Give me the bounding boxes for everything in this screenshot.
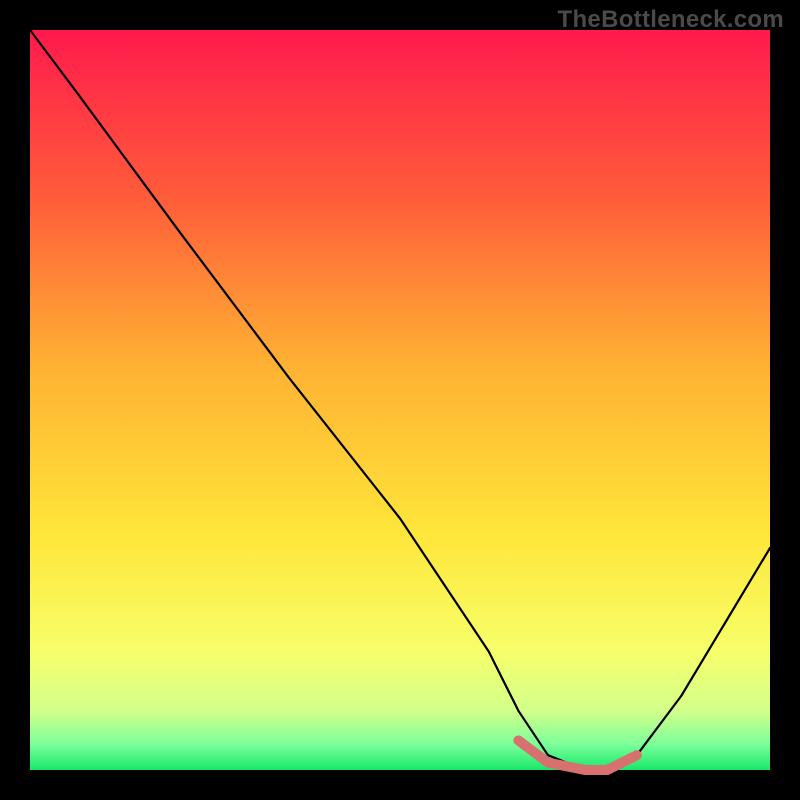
watermark-text: TheBottleneck.com xyxy=(558,6,784,34)
chart-canvas: TheBottleneck.com xyxy=(0,0,800,800)
bottleneck-chart xyxy=(0,0,800,800)
plot-background xyxy=(30,30,770,770)
